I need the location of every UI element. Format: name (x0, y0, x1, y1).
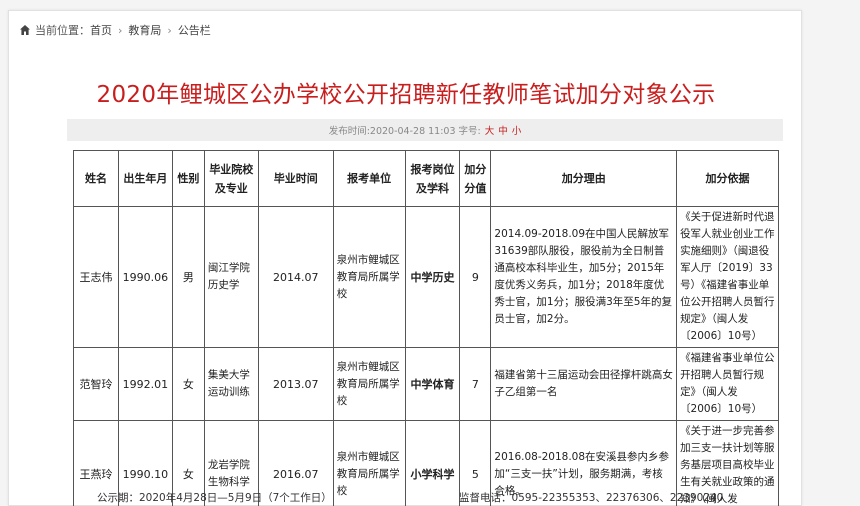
cell-score: 7 (459, 347, 492, 421)
cell-unit: 泉州市鲤城区教育局所属学校 (332, 347, 406, 421)
cell-basis: 《福建省事业单位公开招聘人员暂行规定》（闽人发〔2006〕10号） (676, 347, 779, 421)
cell-birth: 1992.01 (117, 347, 173, 421)
breadcrumb-education-link[interactable]: 教育局 (128, 22, 161, 38)
font-size-large-button[interactable]: 大 (485, 123, 495, 137)
header-name: 姓名 (73, 150, 119, 207)
cell-reason: 福建省第十三届运动会田径撑杆跳高女子乙组第一名 (490, 347, 678, 421)
table-row: 王志伟 1990.06 男 闽江学院历史学 2014.07 泉州市鲤城区教育局所… (73, 206, 779, 348)
breadcrumb-label: 当前位置： (35, 24, 90, 37)
header-gender: 性别 (171, 150, 205, 207)
table-header-row: 姓名 出生年月 性别 毕业院校及专业 毕业时间 报考单位 报考岗位及学科 加分分… (73, 150, 779, 207)
cell-gender: 男 (171, 206, 205, 348)
publish-meta: 发布时间:2020-04-28 11:03 字号: 大 中 小 (67, 119, 783, 141)
header-unit: 报考单位 (332, 150, 406, 207)
font-size-medium-button[interactable]: 中 (498, 123, 508, 137)
page-title: 2020年鲤城区公办学校公开招聘新任教师笔试加分对象公示 (96, 82, 716, 108)
cell-gender: 女 (171, 347, 205, 421)
chevron-right-icon: › (167, 23, 172, 37)
header-post: 报考岗位及学科 (404, 150, 461, 207)
cell-post: 小学科学 (404, 420, 461, 506)
breadcrumb-home-link[interactable]: 首页 (90, 22, 112, 38)
cell-reason: 2014.09-2018.09在中国人民解放军31639部队服役，服役前为全日制… (490, 206, 678, 348)
cell-post: 中学体育 (404, 347, 461, 421)
cell-post: 中学历史 (404, 206, 461, 348)
cell-basis: 《关于促进新时代退役军人就业创业工作实施细则》（闽退役军人厅〔2019〕33号）… (676, 206, 779, 348)
supervision-phone: 监督电话：0595-22355353、22376306、22390240 (459, 492, 724, 504)
cell-name: 王志伟 (73, 206, 119, 348)
cell-score: 9 (459, 206, 492, 348)
home-icon (20, 25, 30, 35)
header-grad: 毕业时间 (257, 150, 334, 207)
cell-school: 集美大学运动训练 (203, 347, 259, 421)
cell-unit: 泉州市鲤城区教育局所属学校 (332, 420, 406, 506)
bonus-table: 姓名 出生年月 性别 毕业院校及专业 毕业时间 报考单位 报考岗位及学科 加分分… (73, 150, 779, 506)
article-card: 当前位置： 首页 › 教育局 › 公告栏 2020年鲤城区公办学校公开招聘新任教… (8, 10, 802, 506)
publish-time: 发布时间:2020-04-28 11:03 字号: (328, 126, 481, 137)
breadcrumb: 当前位置： 首页 › 教育局 › 公告栏 (19, 21, 211, 39)
table-row: 范智玲 1992.01 女 集美大学运动训练 2013.07 泉州市鲤城区教育局… (73, 347, 779, 421)
notice-period: 公示期：2020年4月28日—5月9日（7个工作日） (97, 492, 332, 504)
cell-name: 范智玲 (73, 347, 119, 421)
header-basis: 加分依据 (676, 150, 779, 207)
cell-unit: 泉州市鲤城区教育局所属学校 (332, 206, 406, 348)
cell-birth: 1990.06 (117, 206, 173, 348)
breadcrumb-notice-link[interactable]: 公告栏 (178, 22, 211, 38)
cell-school: 闽江学院历史学 (203, 206, 259, 348)
cell-grad: 2013.07 (257, 347, 334, 421)
chevron-right-icon: › (118, 23, 123, 37)
cell-grad: 2014.07 (257, 206, 334, 348)
header-school: 毕业院校及专业 (203, 150, 259, 207)
header-score: 加分分值 (459, 150, 492, 207)
header-birth: 出生年月 (117, 150, 173, 207)
font-size-small-button[interactable]: 小 (512, 123, 522, 137)
header-reason: 加分理由 (490, 150, 678, 207)
